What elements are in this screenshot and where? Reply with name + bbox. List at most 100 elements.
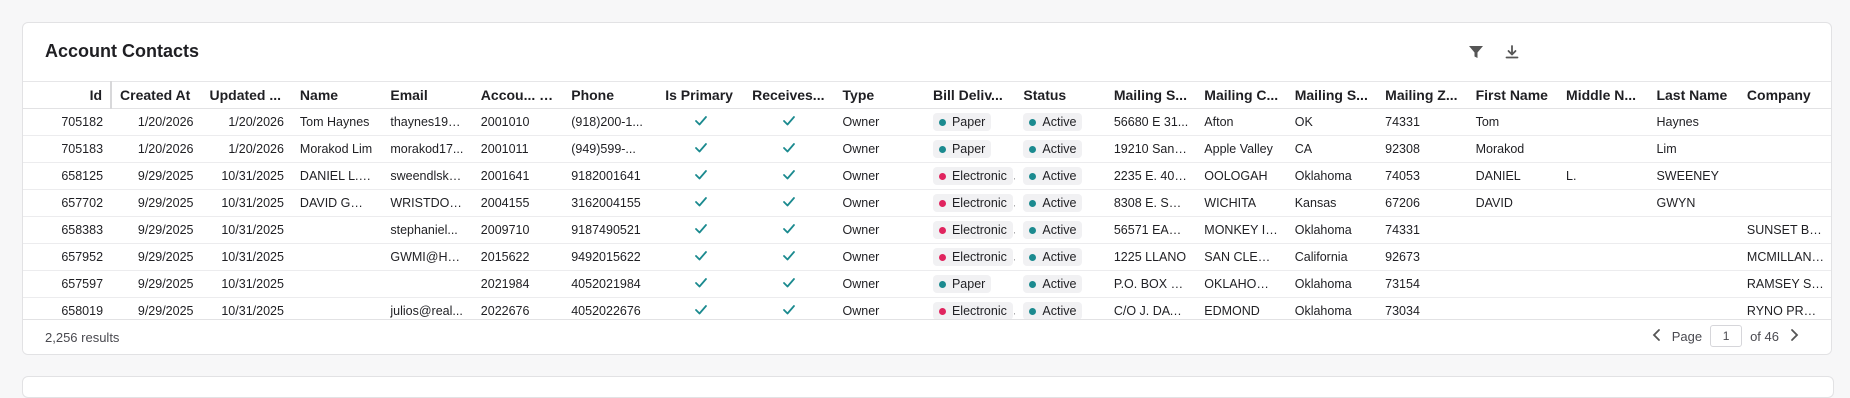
column-header-name[interactable]: Name xyxy=(291,81,383,109)
column-header-mailing-city[interactable]: Mailing C... xyxy=(1196,81,1287,109)
column-header-email[interactable]: Email xyxy=(382,81,473,109)
table-row[interactable]: 705183 1/20/2026 1/20/2026 Morakod Lim morak… xyxy=(23,135,1831,163)
column-header-middle-name[interactable]: Middle N... xyxy=(1558,81,1649,109)
cell-first-name: DANIEL xyxy=(1467,162,1559,190)
status-dot xyxy=(1029,145,1037,153)
cell-status: Active xyxy=(1015,270,1106,298)
cell-middle-name xyxy=(1558,243,1649,271)
table-row[interactable]: 705182 1/20/2026 1/20/2026 Tom Haynes thayne… xyxy=(23,108,1831,136)
cell-company: RAMSEY S. ... xyxy=(1738,270,1831,298)
bill-delivery-badge: Paper xyxy=(932,113,992,131)
check-icon xyxy=(783,223,796,233)
bill-delivery-badge: Paper xyxy=(932,140,992,158)
cell-mailing-state: Oklahoma xyxy=(1286,216,1378,244)
cell-is-primary xyxy=(657,162,745,190)
cell-id: 657952 xyxy=(23,243,112,271)
column-header-bill-delivery[interactable]: Bill Deliv... xyxy=(924,81,1016,109)
table-row[interactable]: 657952 9/29/2025 10/31/2025 GWMI@HO... 20156… xyxy=(23,243,1831,271)
table-row[interactable]: 658383 9/29/2025 10/31/2025 stephaniel... 20… xyxy=(23,216,1831,244)
cell-id: 658125 xyxy=(23,162,112,190)
download-icon[interactable] xyxy=(1501,41,1523,63)
cell-first-name: Morakod xyxy=(1467,135,1559,163)
cell-last-name: GWYN xyxy=(1648,189,1739,217)
status-dot xyxy=(938,199,946,207)
cell-mailing-zip: 73154 xyxy=(1377,270,1468,298)
column-header-updated-at[interactable]: Updated ... xyxy=(201,81,292,109)
cell-name xyxy=(291,216,383,244)
bill-delivery-badge: Paper xyxy=(932,275,992,293)
cell-mailing-zip: 74331 xyxy=(1377,108,1468,136)
cell-mailing-state: California xyxy=(1286,243,1378,271)
column-header-receives[interactable]: Receives... xyxy=(744,81,835,109)
cell-status: Active xyxy=(1015,189,1106,217)
cell-status: Active xyxy=(1015,216,1106,244)
cell-created-at: 1/20/2026 xyxy=(111,135,202,163)
column-header-is-primary[interactable]: Is Primary xyxy=(657,81,745,109)
cell-last-name xyxy=(1648,270,1739,298)
cell-type: Owner xyxy=(834,216,925,244)
cell-account: 2015622 xyxy=(472,243,564,271)
cell-bill-delivery: Electronic xyxy=(924,216,1016,244)
cell-mailing-city: MONKEY IS... xyxy=(1196,216,1287,244)
page-label: Page xyxy=(1671,328,1703,344)
column-header-first-name[interactable]: First Name xyxy=(1467,81,1559,109)
bill-delivery-badge: Electronic xyxy=(932,302,1013,320)
status-dot xyxy=(1029,172,1037,180)
column-header-company[interactable]: Company xyxy=(1738,81,1831,109)
cell-mailing-street: 56571 EAST... xyxy=(1105,216,1197,244)
column-header-type[interactable]: Type xyxy=(834,81,925,109)
table-row[interactable]: 658125 9/29/2025 10/31/2025 DANIEL L. S... s… xyxy=(23,162,1831,190)
table-row[interactable]: 657597 9/29/2025 10/31/2025 2021984 40520219… xyxy=(23,270,1831,298)
cell-phone: 4052021984 xyxy=(563,270,658,298)
cell-status: Active xyxy=(1015,243,1106,271)
cell-name xyxy=(291,270,383,298)
column-header-last-name[interactable]: Last Name xyxy=(1648,81,1739,109)
cell-last-name xyxy=(1648,243,1739,271)
cell-account: 2009710 xyxy=(472,216,564,244)
cell-mailing-street: 1225 LLANO xyxy=(1105,243,1197,271)
cell-receives xyxy=(744,162,835,190)
cell-mailing-city: OKLAHOMA... xyxy=(1196,270,1287,298)
column-header-created-at[interactable]: Created At xyxy=(110,81,202,109)
cell-last-name xyxy=(1648,216,1739,244)
column-header-mailing-street[interactable]: Mailing S... xyxy=(1105,81,1197,109)
cell-mailing-state: OK xyxy=(1286,108,1378,136)
page-number-input[interactable]: 1 xyxy=(1710,325,1743,347)
cell-status: Active xyxy=(1015,162,1106,190)
contacts-grid: Id Created At Updated ... Name Email Accou...… xyxy=(23,81,1831,338)
chevron-right-icon[interactable] xyxy=(1787,328,1801,345)
column-header-mailing-zip[interactable]: Mailing Z... xyxy=(1377,81,1468,109)
column-header-mailing-state[interactable]: Mailing S... xyxy=(1286,81,1378,109)
cell-mailing-zip: 92308 xyxy=(1377,135,1468,163)
cell-receives xyxy=(744,270,835,298)
cell-phone: 9187490521 xyxy=(563,216,658,244)
cell-name: DAVID GWYN xyxy=(291,189,383,217)
check-icon xyxy=(694,277,707,287)
status-badge: Active xyxy=(1023,302,1083,320)
cell-last-name: Lim xyxy=(1648,135,1739,163)
sort-ascending-icon[interactable] xyxy=(543,90,557,102)
column-header-status[interactable]: Status xyxy=(1015,81,1106,109)
cell-phone: (918)200-1... xyxy=(563,108,658,136)
cell-mailing-zip: 67206 xyxy=(1377,189,1468,217)
cell-middle-name xyxy=(1558,135,1649,163)
column-header-phone[interactable]: Phone xyxy=(563,81,658,109)
cell-last-name: SWEENEY xyxy=(1648,162,1739,190)
column-header-id[interactable]: Id xyxy=(23,81,112,109)
pagination: Page 1 of 46 xyxy=(1650,325,1801,347)
chevron-left-icon[interactable] xyxy=(1650,328,1664,345)
check-icon xyxy=(694,169,707,179)
filter-icon[interactable] xyxy=(1465,41,1487,63)
cell-bill-delivery: Electronic xyxy=(924,243,1016,271)
table-body: 705182 1/20/2026 1/20/2026 Tom Haynes thayne… xyxy=(23,108,1831,325)
cell-created-at: 9/29/2025 xyxy=(111,162,202,190)
cell-status: Active xyxy=(1015,108,1106,136)
page-total: of 46 xyxy=(1750,328,1779,344)
cell-type: Owner xyxy=(834,270,925,298)
column-header-account[interactable]: Accou... xyxy=(472,81,564,109)
status-badge: Active xyxy=(1023,194,1083,212)
table-row[interactable]: 657702 9/29/2025 10/31/2025 DAVID GWYN WRIST… xyxy=(23,189,1831,217)
status-badge: Active xyxy=(1023,248,1083,266)
cell-bill-delivery: Paper xyxy=(924,135,1016,163)
check-icon xyxy=(694,196,707,206)
